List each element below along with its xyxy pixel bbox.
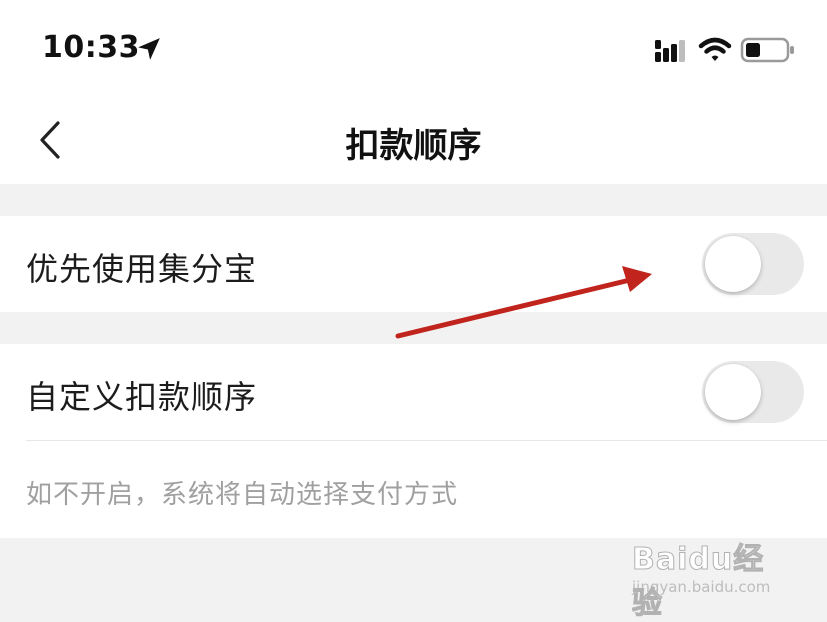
- status-bar: 10:33: [0, 0, 827, 96]
- hint-text: 如不开启，系统将自动选择支付方式: [26, 480, 459, 510]
- custom-order-toggle[interactable]: [702, 361, 804, 423]
- watermark-url: jingyan.baidu.com: [632, 578, 771, 596]
- page-title: 扣款顺序: [345, 126, 482, 166]
- status-time: 10:33: [42, 30, 140, 65]
- baidu-jingyan-watermark: Baidu经验 jingyan.baidu.com: [632, 534, 792, 622]
- row-divider: [26, 440, 827, 441]
- battery-icon: [740, 37, 794, 63]
- toggle-knob: [705, 364, 761, 420]
- navigation-bar: 扣款顺序: [0, 96, 827, 184]
- wifi-icon: [698, 37, 732, 61]
- toggle-knob: [705, 236, 761, 292]
- prefer-jifenbao-toggle[interactable]: [702, 233, 804, 295]
- settings-row-prefer-jifenbao: 优先使用集分宝: [0, 216, 827, 312]
- settings-row-custom-order: 自定义扣款顺序 如不开启，系统将自动选择支付方式: [0, 344, 827, 538]
- cellular-signal-icon: [655, 40, 685, 62]
- location-arrow-icon: [138, 38, 160, 60]
- row-label: 自定义扣款顺序: [26, 378, 258, 416]
- row-label: 优先使用集分宝: [26, 250, 258, 288]
